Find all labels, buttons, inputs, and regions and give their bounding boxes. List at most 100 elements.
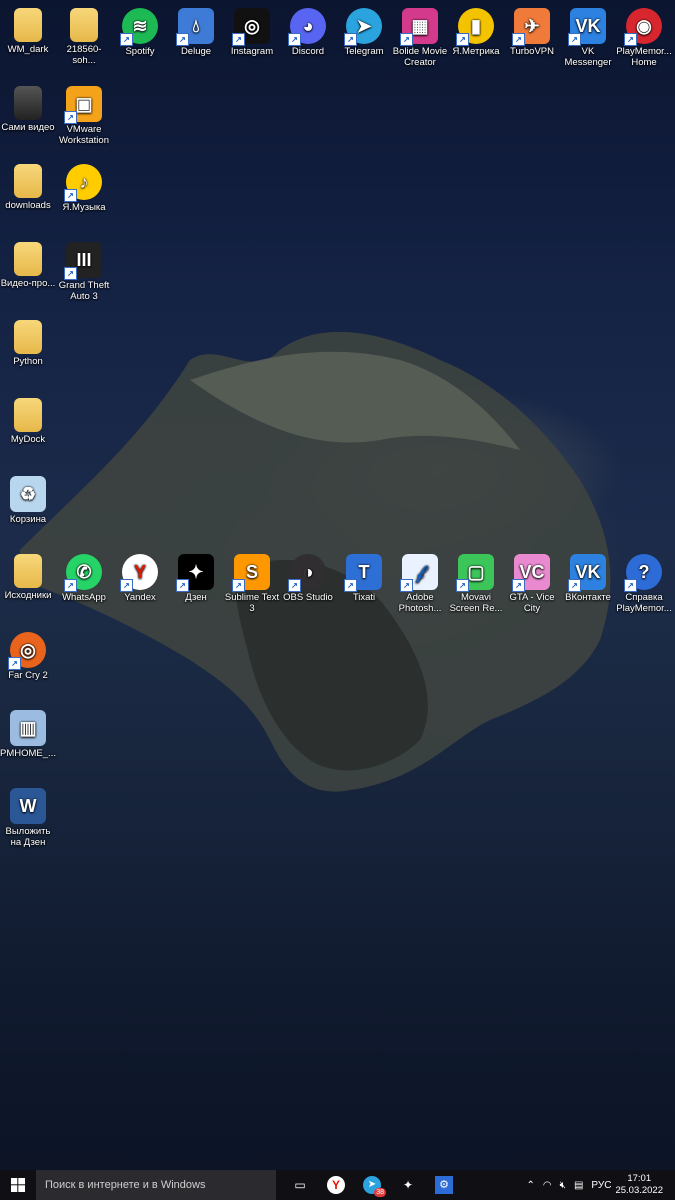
notifications-icon[interactable]: ▤ <box>574 1180 583 1191</box>
desktop-icon[interactable]: VK ↗ VK Messenger <box>560 4 616 68</box>
desktop-icon[interactable]: MyDock <box>0 394 56 445</box>
photoshop-icon: 𝒻 ↗ <box>400 554 438 592</box>
bolide-icon: ▦ ↗ <box>400 8 438 46</box>
desktop-icon[interactable]: ≋ ↗ Spotify <box>112 4 168 57</box>
yandex-browser-icon[interactable]: Y <box>318 1170 354 1200</box>
discord-icon: ◕ ↗ <box>288 8 326 46</box>
volume-muted-icon[interactable]: 🔇︎ <box>560 1180 566 1191</box>
desktop-icon-label: Дзен <box>185 592 207 603</box>
folder-icon <box>14 8 42 42</box>
shortcut-arrow-icon: ↗ <box>64 111 77 124</box>
desktop-icon[interactable]: ◎ ↗ Instagram <box>224 4 280 57</box>
vk-icon: VK ↗ <box>568 554 606 592</box>
desktop-icon[interactable]: ✆ ↗ WhatsApp <box>56 550 112 603</box>
shortcut-arrow-icon: ↗ <box>8 657 21 670</box>
desktop-icon[interactable]: ▮ ↗ Я.Метрика <box>448 4 504 57</box>
desktop-icon-label: Sublime Text 3 <box>224 592 280 614</box>
system-tray: ⌃ ◠ 🔇︎ ▤ РУС 17:01 25.03.2022 <box>523 1173 675 1197</box>
shortcut-arrow-icon: ↗ <box>400 579 413 592</box>
gta3-icon: III ↗ <box>64 242 102 280</box>
desktop-icon-label: GTA - Vice City <box>509 592 555 614</box>
shortcut-arrow-icon: ↗ <box>288 33 301 46</box>
shortcut-arrow-icon: ↗ <box>624 579 637 592</box>
desktop-icon-label: downloads <box>5 200 51 211</box>
desktop-icon[interactable]: ◑ ↗ OBS Studio <box>280 550 336 603</box>
desktop-icon-label: VMware Workstation <box>59 124 109 146</box>
desktop-icon[interactable]: ◕ ↗ Discord <box>280 4 336 57</box>
desktop-icon[interactable]: ▦ ↗ Bolide Movie Creator <box>392 4 448 68</box>
desktop-icon[interactable]: Сами видео <box>0 82 56 133</box>
desktop-icon-label: Telegram <box>344 46 384 57</box>
instagram-icon: ◎ ↗ <box>232 8 270 46</box>
desktop-icon-label: PlayMemor... Home <box>616 46 672 68</box>
word-doc-icon: W <box>10 788 46 824</box>
windows-logo-icon <box>11 1178 25 1192</box>
shortcut-arrow-icon: ↗ <box>512 33 525 46</box>
search-placeholder: Поиск в интернете и в Windows <box>45 1179 206 1191</box>
desktop-icon[interactable]: ▢ ↗ Movavi Screen Re... <box>448 550 504 614</box>
desktop-icon[interactable]: S ↗ Sublime Text 3 <box>224 550 280 614</box>
desktop-icon[interactable]: ? ↗ Справка PlayMemor... <box>616 550 672 614</box>
desktop-icon-label: OBS Studio <box>283 592 333 603</box>
shortcut-arrow-icon: ↗ <box>456 579 469 592</box>
start-button[interactable] <box>0 1170 36 1200</box>
installer-icon: ▥ <box>10 710 46 746</box>
shortcut-arrow-icon: ↗ <box>344 33 357 46</box>
vk-messenger-icon: VK ↗ <box>568 8 606 46</box>
desktop-icon-label: WhatsApp <box>62 592 106 603</box>
telegram-taskbar-icon[interactable]: ➤ 38 <box>354 1170 390 1200</box>
desktop-icon-label: TurboVPN <box>510 46 554 57</box>
desktop-icon[interactable]: T ↗ Tixati <box>336 550 392 603</box>
desktop-icon[interactable]: W Выложить на Дзен <box>0 784 56 848</box>
desktop-icon[interactable]: downloads <box>0 160 56 211</box>
yandex-icon: Y ↗ <box>120 554 158 592</box>
desktop-icon[interactable]: Python <box>0 316 56 367</box>
desktop-icon[interactable]: VK ↗ ВКонтакте <box>560 550 616 603</box>
desktop-icon[interactable]: ◉ ↗ PlayMemor... Home <box>616 4 672 68</box>
desktop-icon[interactable]: WM_dark <box>0 4 56 55</box>
taskbar-search-box[interactable]: Поиск в интернете и в Windows <box>36 1170 276 1200</box>
movavi-icon: ▢ ↗ <box>456 554 494 592</box>
task-view-icon[interactable]: ▭ <box>282 1170 318 1200</box>
desktop-icon[interactable]: Исходники <box>0 550 56 601</box>
chevron-up-icon[interactable]: ⌃ <box>527 1180 535 1191</box>
shortcut-arrow-icon: ↗ <box>176 33 189 46</box>
shortcut-arrow-icon: ↗ <box>176 579 189 592</box>
clock[interactable]: 17:01 25.03.2022 <box>615 1173 663 1197</box>
desktop-icon[interactable]: 218560-soh... <box>56 4 112 66</box>
dzen-taskbar-icon[interactable]: ✦ <box>390 1170 426 1200</box>
desktop-icon[interactable]: ◎ ↗ Far Cry 2 <box>0 628 56 681</box>
desktop-icon-label: PMHOME_... <box>0 748 56 759</box>
dzen-icon: ✦ ↗ <box>176 554 214 592</box>
language-indicator[interactable]: РУС <box>591 1180 611 1191</box>
desktop-icon[interactable]: ▣ ↗ VMware Workstation <box>56 82 112 146</box>
folder-icon <box>14 86 42 120</box>
unread-badge: 38 <box>374 1188 386 1197</box>
settings-taskbar-icon[interactable]: ⚙ <box>426 1170 462 1200</box>
desktop-icon-label: Я.Музыка <box>62 202 106 213</box>
shortcut-arrow-icon: ↗ <box>624 33 637 46</box>
desktop-icon[interactable]: VC ↗ GTA - Vice City <box>504 550 560 614</box>
desktop-icon[interactable]: III ↗ Grand Theft Auto 3 <box>56 238 112 302</box>
desktop-icon[interactable]: 𝒻 ↗ Adobe Photosh... <box>392 550 448 614</box>
desktop-icon[interactable]: Видео-про... <box>0 238 56 289</box>
desktop-icon[interactable]: ♻ Корзина <box>0 472 56 525</box>
desktop-icon[interactable]: Y ↗ Yandex <box>112 550 168 603</box>
shortcut-arrow-icon: ↗ <box>64 267 77 280</box>
desktop-icon-label: Grand Theft Auto 3 <box>58 280 110 302</box>
wifi-icon[interactable]: ◠ <box>543 1180 552 1191</box>
desktop-icon[interactable]: ♪ ↗ Я.Музыка <box>56 160 112 213</box>
folder-icon <box>14 242 42 276</box>
desktop-icon[interactable]: ✦ ↗ Дзен <box>168 550 224 603</box>
desktop-icon[interactable]: ▥ PMHOME_... <box>0 706 56 759</box>
ya-music-icon: ♪ ↗ <box>64 164 102 202</box>
desktop-icon-label: Сами видео <box>1 122 55 133</box>
telegram-icon: ➤ ↗ <box>344 8 382 46</box>
desktop-icon[interactable]: ➤ ↗ Telegram <box>336 4 392 57</box>
desktop-icon-label: Python <box>13 356 43 367</box>
desktop-icon[interactable]: ✈ ↗ TurboVPN <box>504 4 560 57</box>
shortcut-arrow-icon: ↗ <box>344 579 357 592</box>
metrika-icon: ▮ ↗ <box>456 8 494 46</box>
shortcut-arrow-icon: ↗ <box>568 33 581 46</box>
desktop-icon[interactable]: 💧︎ ↗ Deluge <box>168 4 224 57</box>
